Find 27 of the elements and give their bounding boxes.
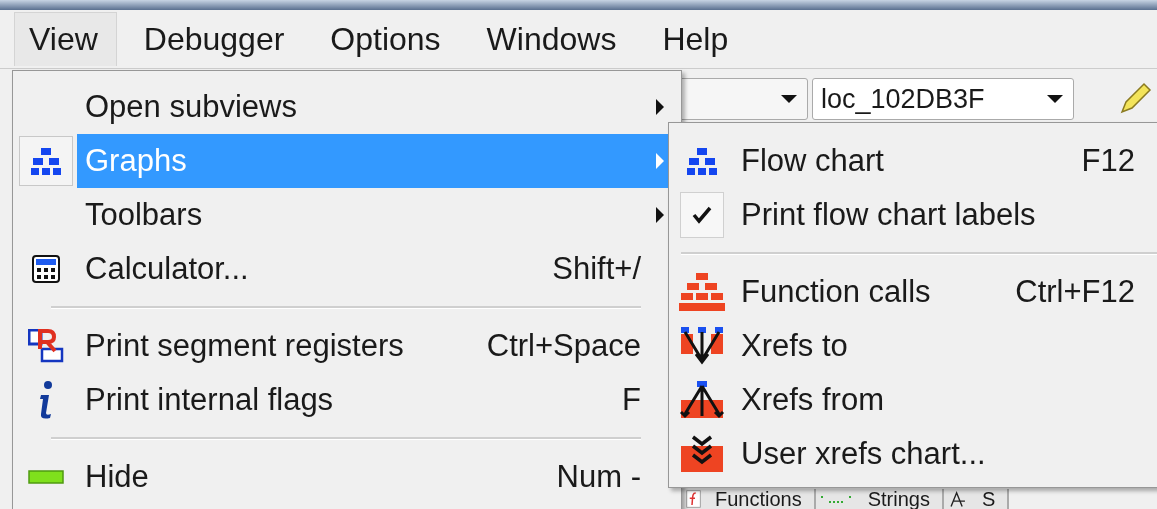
tab[interactable]: S: [943, 489, 1010, 509]
tab[interactable]: Functions: [682, 489, 816, 509]
arrows-spread-icon: [679, 380, 725, 420]
caret-icon: [1047, 95, 1063, 103]
menu-item[interactable]: Flow chart F12: [671, 134, 1157, 188]
menu-bar-item[interactable]: View: [14, 12, 117, 66]
menu-bar-item[interactable]: Windows: [471, 11, 636, 67]
registers-icon: [28, 329, 64, 363]
caret-icon: [781, 95, 797, 103]
function-icon: [686, 490, 701, 508]
info-icon: [37, 380, 55, 420]
chevrons-icon: [679, 434, 725, 474]
arrows-down-icon: [679, 326, 725, 366]
flowchart-icon: [31, 147, 61, 175]
menu-item[interactable]: Open subviews: [15, 80, 679, 134]
tree-icon: [679, 272, 725, 312]
bar-icon: [28, 470, 64, 484]
menu-bar-item[interactable]: Help: [647, 11, 748, 67]
flowchart-icon: [687, 147, 717, 175]
submenu-arrow-icon: [656, 99, 664, 115]
dots-icon: [819, 495, 854, 503]
pencil-icon[interactable]: [1118, 82, 1152, 116]
location-dropdown[interactable]: loc_102DB3F: [812, 78, 1074, 120]
calculator-icon: [32, 255, 60, 283]
menu-bar-item[interactable]: Options: [315, 11, 460, 67]
menu-bar-item[interactable]: Debugger: [128, 11, 304, 67]
menu-item[interactable]: Print flow chart labels: [671, 188, 1157, 242]
